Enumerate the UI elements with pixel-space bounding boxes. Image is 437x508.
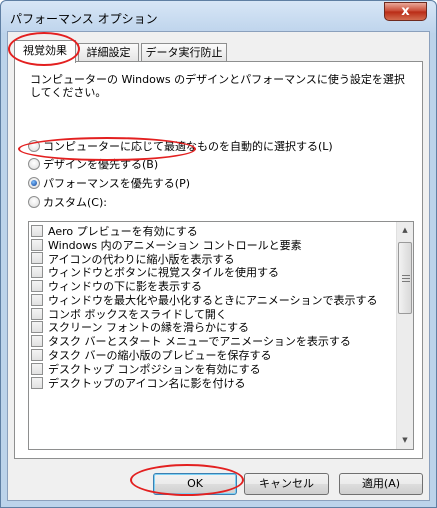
list-item-label: Windows 内のアニメーション コントロールと要素	[48, 238, 302, 252]
tab-advanced[interactable]: 詳細設定	[78, 43, 139, 62]
list-item[interactable]: Windows 内のアニメーション コントロールと要素	[31, 238, 393, 252]
radio-auto-select[interactable]: コンピューターに応じて最適なものを自動的に選択する(L)	[28, 138, 333, 154]
list-item-label: タスク バーの縮小版のプレビューを保存する	[48, 349, 272, 362]
checkbox[interactable]	[31, 238, 43, 251]
list-item-label: Aero プレビューを有効にする	[48, 224, 198, 238]
list-item-label: デスクトップのアイコン名に影を付ける	[48, 376, 246, 390]
radio-label: コンピューターに応じて最適なものを自動的に選択する(L)	[43, 140, 333, 153]
dialog-client-area: 視覚効果 詳細設定 データ実行防止 コンピューターの Windows のデザイン…	[7, 31, 430, 501]
radio-label: パフォーマンスを優先する(P)	[43, 177, 190, 190]
list-item[interactable]: ウィンドウを最大化や最小化するときにアニメーションで表示する	[31, 293, 393, 307]
radio-button[interactable]	[28, 196, 40, 208]
checkbox[interactable]	[31, 335, 43, 348]
tab-data-execution-prevention[interactable]: データ実行防止	[141, 43, 227, 62]
list-item-label: コンボ ボックスをスライドして開く	[48, 307, 227, 321]
list-item[interactable]: Aero プレビューを有効にする	[31, 224, 393, 238]
checkbox[interactable]	[31, 224, 43, 237]
checkbox[interactable]	[31, 362, 43, 375]
effects-items: Aero プレビューを有効にする Windows 内のアニメーション コントロー…	[31, 224, 393, 390]
tab-visual-effects[interactable]: 視覚効果	[14, 40, 76, 63]
scroll-thumb[interactable]	[398, 242, 412, 314]
list-item[interactable]: デスクトップのアイコン名に影を付ける	[31, 376, 393, 390]
list-item-label: ウィンドウとボタンに視覚スタイルを使用する	[48, 266, 279, 280]
radio-custom[interactable]: カスタム(C):	[28, 194, 107, 210]
radio-label: デザインを優先する(B)	[43, 158, 159, 171]
radio-best-appearance[interactable]: デザインを優先する(B)	[28, 156, 158, 172]
checkbox[interactable]	[31, 280, 43, 293]
radio-button[interactable]	[28, 158, 40, 170]
vertical-scrollbar[interactable]: ▲ ▼	[396, 222, 413, 449]
radio-label: カスタム(C):	[43, 196, 107, 209]
checkbox[interactable]	[31, 293, 43, 306]
radio-best-performance[interactable]: パフォーマンスを優先する(P)	[28, 175, 190, 191]
close-button[interactable]: x	[384, 2, 427, 21]
list-item-label: ウィンドウを最大化や最小化するときにアニメーションで表示する	[48, 293, 378, 307]
grip-line	[402, 278, 410, 279]
list-item-label: アイコンの代わりに縮小版を表示する	[48, 252, 235, 266]
list-item[interactable]: デスクトップ コンポジションを有効にする	[31, 362, 393, 376]
checkbox[interactable]	[31, 376, 43, 389]
list-item[interactable]: アイコンの代わりに縮小版を表示する	[31, 252, 393, 266]
checkbox[interactable]	[31, 266, 43, 279]
close-icon: x	[401, 4, 410, 19]
list-item-label: タスク バーとスタート メニューでアニメーションを表示する	[48, 335, 351, 349]
cancel-button[interactable]: キャンセル	[244, 473, 329, 495]
radio-button[interactable]	[28, 140, 40, 152]
apply-button[interactable]: 適用(A)	[339, 473, 423, 495]
checkbox[interactable]	[31, 349, 43, 362]
scroll-up-icon[interactable]: ▲	[397, 222, 413, 239]
list-item[interactable]: タスク バーとスタート メニューでアニメーションを表示する	[31, 334, 393, 348]
grip-line	[402, 281, 410, 282]
list-item[interactable]: スクリーン フォントの縁を滑らかにする	[31, 321, 393, 335]
radio-button-selected[interactable]	[28, 177, 40, 189]
list-item[interactable]: ウィンドウの下に影を表示する	[31, 279, 393, 293]
list-item[interactable]: コンボ ボックスをスライドして開く	[31, 307, 393, 321]
list-item-label: スクリーン フォントの縁を滑らかにする	[48, 321, 250, 335]
checkbox[interactable]	[31, 307, 43, 320]
list-item-label: デスクトップ コンポジションを有効にする	[48, 362, 261, 376]
grip-line	[402, 275, 410, 276]
scroll-down-icon[interactable]: ▼	[397, 432, 413, 449]
checkbox[interactable]	[31, 321, 43, 334]
visual-effects-panel: コンピューターの Windows のデザインとパフォーマンスに使う設定を選択して…	[14, 61, 423, 459]
effects-checkbox-list[interactable]: Aero プレビューを有効にする Windows 内のアニメーション コントロー…	[28, 221, 414, 450]
list-item[interactable]: ウィンドウとボタンに視覚スタイルを使用する	[31, 265, 393, 279]
list-item-label: ウィンドウの下に影を表示する	[48, 280, 202, 293]
title-bar[interactable]: パフォーマンス オプション x	[1, 1, 436, 33]
list-item[interactable]: タスク バーの縮小版のプレビューを保存する	[31, 348, 393, 362]
ok-button[interactable]: OK	[153, 473, 237, 495]
description-text: コンピューターの Windows のデザインとパフォーマンスに使う設定を選択して…	[30, 73, 405, 99]
checkbox[interactable]	[31, 252, 43, 265]
window-title: パフォーマンス オプション	[10, 12, 158, 26]
performance-options-window: パフォーマンス オプション x 視覚効果 詳細設定 データ実行防止 コンピュータ…	[0, 0, 437, 508]
